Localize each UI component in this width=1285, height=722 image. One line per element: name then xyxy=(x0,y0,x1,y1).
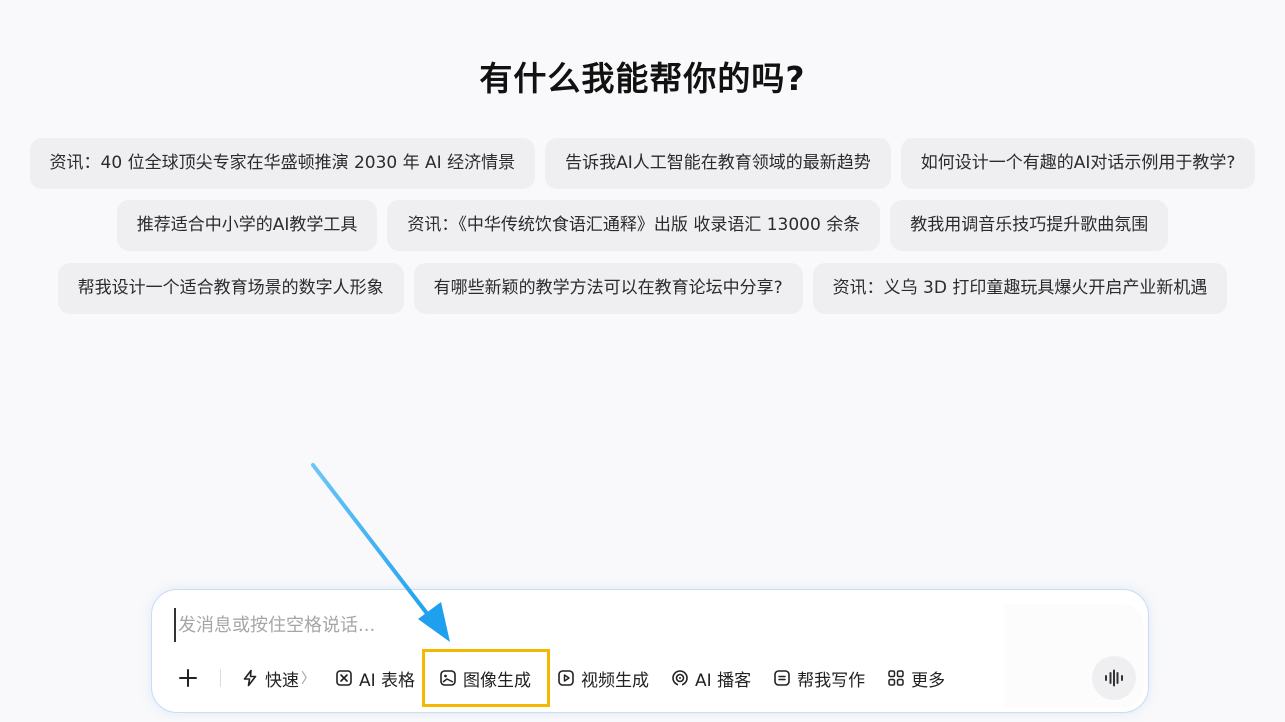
page-title: 有什么我能帮你的吗? xyxy=(479,59,806,98)
suggestion-chip[interactable]: 资讯：40 位全球顶尖专家在华盛顿推演 2030 年 AI 经济情景 xyxy=(29,138,536,189)
suggestion-chip[interactable]: 教我用调音乐技巧提升歌曲氛围 xyxy=(890,200,1169,251)
video-generation-label: 视频生成 xyxy=(581,670,650,691)
composer-toolbar: 快速 〉 AI 表格 图像生成 视频生成 AI 播客 帮我写作 更多 xyxy=(170,649,953,707)
help-write-label: 帮我写作 xyxy=(797,670,866,691)
ai-table-button[interactable]: AI 表格 xyxy=(327,660,423,696)
image-icon xyxy=(440,670,456,686)
help-write-button[interactable]: 帮我写作 xyxy=(765,660,873,696)
grid-icon xyxy=(888,670,904,686)
image-generation-label: 图像生成 xyxy=(463,670,532,691)
ai-podcast-button[interactable]: AI 播客 xyxy=(663,660,759,696)
suggestion-chip[interactable]: 帮我设计一个适合教育场景的数字人形象 xyxy=(57,263,404,314)
fast-mode-button[interactable]: 快速 〉 xyxy=(233,660,323,696)
add-attachment-button[interactable] xyxy=(170,660,206,696)
suggestion-chip[interactable]: 资讯：义乌 3D 打印童趣玩具爆火开启产业新机遇 xyxy=(812,263,1228,314)
suggestion-chip[interactable]: 有哪些新颖的教学方法可以在教育论坛中分享? xyxy=(413,263,803,314)
page: 有什么我能帮你的吗? 资讯：40 位全球顶尖专家在华盛顿推演 2030 年 AI… xyxy=(0,0,1285,722)
suggestion-chip[interactable]: 告诉我AI人工智能在教育领域的最新趋势 xyxy=(545,138,891,189)
lightning-icon xyxy=(243,669,257,687)
video-generation-button[interactable]: 视频生成 xyxy=(549,660,657,696)
fast-mode-label: 快速 xyxy=(265,670,299,691)
ai-table-label: AI 表格 xyxy=(359,670,416,691)
suggestion-row-3: 帮我设计一个适合教育场景的数字人形象 有哪些新颖的教学方法可以在教育论坛中分享?… xyxy=(0,263,1285,314)
voice-input-button[interactable] xyxy=(1092,656,1136,700)
suggestion-row-2: 推荐适合中小学的AI教学工具 资讯：《中华传统饮食语汇通释》出版 收录语汇 13… xyxy=(0,200,1285,251)
toolbar-divider xyxy=(220,669,221,687)
message-composer: 快速 〉 AI 表格 图像生成 xyxy=(151,589,1149,713)
note-icon xyxy=(774,670,790,686)
image-generation-button[interactable]: 图像生成 xyxy=(422,649,551,707)
suggestion-chip[interactable]: 如何设计一个有趣的AI对话示例用于教学? xyxy=(900,138,1256,189)
message-input[interactable] xyxy=(174,608,1000,642)
voice-wave-icon xyxy=(1105,669,1123,687)
podcast-icon xyxy=(672,670,688,686)
suggestion-chip[interactable]: 推荐适合中小学的AI教学工具 xyxy=(116,200,378,251)
plus-icon xyxy=(179,669,197,687)
more-button[interactable]: 更多 xyxy=(879,660,953,696)
suggestion-row-1: 资讯：40 位全球顶尖专家在华盛顿推演 2030 年 AI 经济情景 告诉我AI… xyxy=(0,138,1285,189)
play-square-icon xyxy=(558,670,574,686)
suggestion-chip[interactable]: 资讯：《中华传统饮食语汇通释》出版 收录语汇 13000 余条 xyxy=(387,200,881,251)
table-x-icon xyxy=(336,670,352,686)
more-label: 更多 xyxy=(911,670,946,691)
chevron-right-icon: 〉 xyxy=(301,671,315,687)
ai-podcast-label: AI 播客 xyxy=(695,670,752,691)
